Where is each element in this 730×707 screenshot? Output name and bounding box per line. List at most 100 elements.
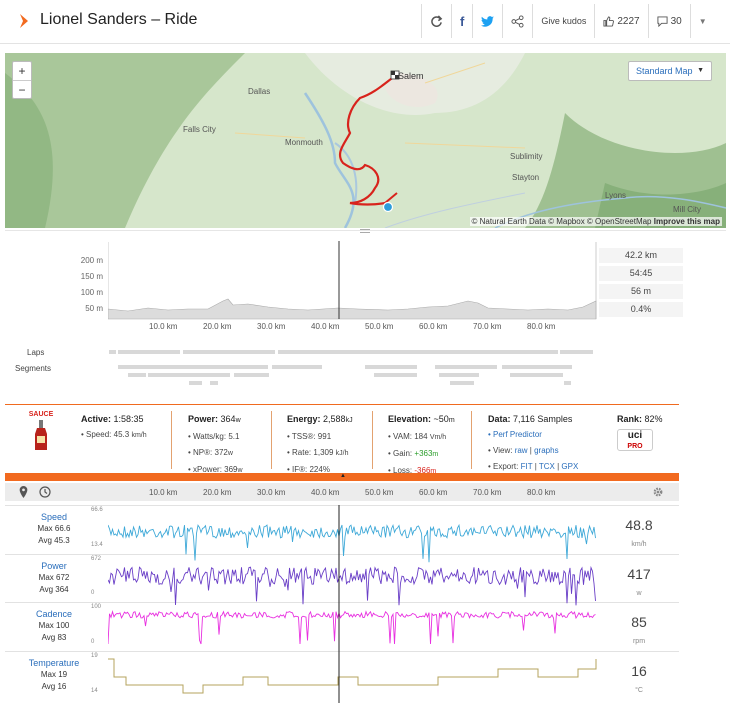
segment-bar[interactable] [450,381,474,385]
elevation-profile [108,298,597,320]
facebook-share-button[interactable]: f [451,4,472,38]
town-label: Lyons [605,191,627,200]
stream-max: Max 19 [40,670,68,679]
stat-time: 54:45 [599,266,683,281]
give-kudos-button[interactable]: Give kudos [532,4,594,38]
current-value: 417 [627,566,651,582]
uci-sub-label: PRO [627,443,643,450]
activity-header: Lionel Sanders – Ride f Give kudos 2227 … [0,0,730,44]
time-axis-button[interactable] [37,485,53,499]
x-tick: 40.0 km [311,488,340,497]
segment-bar[interactable] [272,365,322,369]
vam-unit: Vm/h [429,434,447,441]
more-options-button[interactable]: ▼ [689,4,715,38]
stream-name: Temperature [28,658,80,668]
data-column: Data: 7,116 Samples • Perf Predictor • V… [488,414,579,471]
town-label: Mill City [673,205,701,214]
segment-bar[interactable] [118,365,268,369]
segment-bar[interactable] [564,381,571,385]
segment-bar[interactable] [365,365,417,369]
elevation-y-tick: 100 m [80,288,103,297]
xpower-label: • xPower: [188,465,222,474]
current-value: 48.8 [625,517,653,533]
segment-bar[interactable] [374,373,417,377]
elevation-y-tick: 50 m [85,304,103,313]
page-title: Lionel Sanders – Ride [40,11,198,28]
panel-toggle-bar[interactable]: ▲ [5,473,679,481]
rank-label: Rank: [617,414,643,424]
segment-bar[interactable] [510,373,563,377]
stream-name: Speed [40,512,68,522]
cadence-current: 85 rpm [599,614,679,648]
stat-elevation: 56 m [599,284,683,299]
streams-chart[interactable] [108,505,598,703]
stat-distance: 42.2 km [599,248,683,263]
segment-bar[interactable] [148,373,230,377]
current-unit: °C [635,687,643,694]
perf-predictor-link[interactable]: • Perf Predictor [488,430,542,439]
stream-top: 19 [91,653,98,659]
elevation-chart[interactable] [108,241,598,321]
lap-bar[interactable] [278,350,558,354]
comment-count: 30 [670,15,682,27]
share-button[interactable] [502,4,532,38]
tss-label: • TSS®: [287,432,316,441]
x-tick: 70.0 km [473,488,502,497]
x-tick: 60.0 km [419,488,448,497]
export-tcx-link[interactable]: TCX [539,462,555,471]
map-terrain [5,53,726,228]
uci-badge[interactable]: uci PRO [617,429,653,451]
segment-bar[interactable] [435,365,497,369]
stream-avg: Avg 16 [41,682,67,691]
lap-bar[interactable] [560,350,593,354]
tss-value: 991 [317,432,332,441]
segments-label: Segments [15,364,52,373]
elevation-value: ~50 [433,414,449,424]
rank-column: Rank: 82% uci PRO [617,411,663,451]
view-graphs-link[interactable]: graphs [534,446,558,455]
improve-map-link[interactable]: Improve this map [654,217,720,226]
speed-current: 48.8 km/h [599,517,679,551]
segment-bar[interactable] [234,373,269,377]
twitter-share-button[interactable] [472,4,502,38]
view-raw-link[interactable]: raw [515,446,528,455]
sauce-analysis-panel: SAUCE Active: 1:58:35 • Speed: 45.3 km/h… [5,404,679,475]
comments-button[interactable]: 30 [647,4,690,38]
zoom-out-button[interactable]: − [13,80,31,98]
lap-bar[interactable] [118,350,180,354]
zoom-in-button[interactable]: + [13,62,31,80]
chevron-down-icon: ▼ [698,16,707,26]
x-tick: 80.0 km [527,322,556,331]
elevation-label: Elevation: [388,414,432,424]
stream-name: Cadence [35,609,73,619]
segment-bar[interactable] [439,373,479,377]
segment-bar[interactable] [189,381,202,385]
segment-bar[interactable] [502,365,572,369]
segment-bar[interactable] [128,373,146,377]
gain-unit: m [432,451,439,458]
graph-settings-button[interactable] [650,485,666,499]
strava-logo-icon [20,14,28,28]
zoom-control: + − [12,61,32,99]
if-label: • IF®: [287,465,308,474]
refresh-button[interactable] [422,4,451,38]
kudos-count-button[interactable]: 2227 [594,4,647,38]
export-gpx-link[interactable]: GPX [561,462,578,471]
lap-bar[interactable] [183,350,275,354]
x-tick: 10.0 km [149,322,178,331]
map-type-select[interactable]: Standard Map ▼ [628,61,712,81]
speed-trace [108,523,596,563]
elevation-y-tick: 200 m [80,256,103,265]
power-label: Power: [188,414,219,424]
lap-bar[interactable] [109,350,116,354]
route-map[interactable]: Salem Dallas Falls City Monmouth Sublimi… [5,53,726,228]
speed-stream-info: Speed Max 66.6 Avg 45.3 [5,511,103,547]
current-unit: w [636,590,642,597]
stream-bottom: 13.4 [91,542,103,548]
town-label: Monmouth [285,138,323,147]
map-pin-button[interactable] [15,485,31,499]
current-unit: km/h [631,541,647,548]
segment-bar[interactable] [210,381,218,385]
current-value: 16 [631,663,647,679]
export-fit-link[interactable]: FIT [521,462,533,471]
